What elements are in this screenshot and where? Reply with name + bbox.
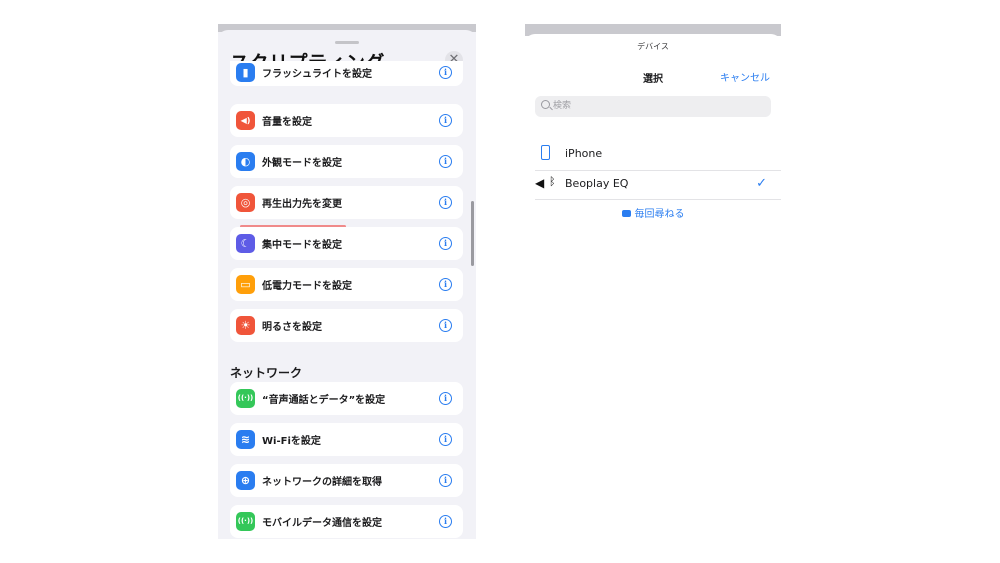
info-icon[interactable]: i <box>439 196 452 209</box>
action-label: 再生出力先を変更 <box>262 199 342 210</box>
action-label: “音声通話とデータ”を設定 <box>262 395 386 406</box>
divider <box>535 199 781 200</box>
appearance-icon: ◐ <box>236 152 255 171</box>
sun-icon: ☀ <box>236 316 255 335</box>
info-icon[interactable]: i <box>439 392 452 405</box>
scripting-panel: スクリプティング ✕ ▮ フラッシュライトを設定 i ◀) 音量を設定 i ◐ … <box>218 24 476 539</box>
info-icon[interactable]: i <box>439 155 452 168</box>
action-row-flashlight[interactable]: ▮ フラッシュライトを設定 i <box>230 61 463 86</box>
action-label: モバイルデータ通信を設定 <box>262 518 382 529</box>
cellular-antenna-icon: ((·)) <box>236 512 255 531</box>
iphone-icon <box>541 145 550 160</box>
device-picker-panel: デバイス 選択 キャンセル iPhone ◀ ᛒ Beoplay EQ ✓ 毎回… <box>525 24 781 244</box>
cancel-button[interactable]: キャンセル <box>720 69 770 84</box>
action-label: 外観モードを設定 <box>262 158 342 169</box>
sheet-grabber[interactable] <box>335 41 359 44</box>
action-row-cellular-voice-data[interactable]: ((·)) “音声通話とデータ”を設定 i <box>230 382 463 415</box>
search-bar[interactable] <box>535 96 771 117</box>
action-row-low-power[interactable]: ▭ 低電力モードを設定 i <box>230 268 463 301</box>
section-header-network: ネットワーク <box>230 366 303 380</box>
device-label: iPhone <box>565 147 603 160</box>
info-icon[interactable]: i <box>439 66 452 79</box>
cellular-antenna-icon: ((·)) <box>236 389 255 408</box>
globe-icon: ⊕ <box>236 471 255 490</box>
device-label: Beoplay EQ <box>565 177 629 190</box>
info-icon[interactable]: i <box>439 433 452 446</box>
picker-caption: デバイス <box>637 42 669 51</box>
wifi-icon: ≋ <box>236 430 255 449</box>
device-row-beoplay-eq[interactable]: ◀ ᛒ Beoplay EQ ✓ <box>535 170 781 199</box>
bluetooth-icon: ᛒ <box>549 175 556 188</box>
ask-every-time-button[interactable]: 毎回尋ねる <box>525 205 781 220</box>
action-label: 集中モードを設定 <box>262 240 342 251</box>
battery-icon: ▭ <box>236 275 255 294</box>
ask-every-time-label: 毎回尋ねる <box>634 209 685 220</box>
action-row-network-details[interactable]: ⊕ ネットワークの詳細を取得 i <box>230 464 463 497</box>
device-row-iphone[interactable]: iPhone <box>535 140 781 169</box>
action-label: ネットワークの詳細を取得 <box>262 477 382 488</box>
speaker-volume-icon: ◀) <box>236 111 255 130</box>
moon-icon: ☾ <box>236 234 255 253</box>
chat-bubble-icon <box>621 209 631 217</box>
action-row-appearance[interactable]: ◐ 外観モードを設定 i <box>230 145 463 178</box>
info-icon[interactable]: i <box>439 474 452 487</box>
search-input[interactable] <box>553 99 753 113</box>
action-label: 明るさを設定 <box>262 322 322 333</box>
info-icon[interactable]: i <box>439 515 452 528</box>
action-label: フラッシュライトを設定 <box>262 69 372 80</box>
airplay-audio-icon: ◎ <box>236 193 255 212</box>
action-row-mobile-data[interactable]: ((·)) モバイルデータ通信を設定 i <box>230 505 463 538</box>
action-row-brightness[interactable]: ☀ 明るさを設定 i <box>230 309 463 342</box>
info-icon[interactable]: i <box>439 319 452 332</box>
action-row-focus[interactable]: ☾ 集中モードを設定 i <box>230 227 463 260</box>
flashlight-icon: ▮ <box>236 63 255 82</box>
scrollbar[interactable] <box>471 201 474 266</box>
checkmark-icon: ✓ <box>756 176 767 191</box>
action-row-volume[interactable]: ◀) 音量を設定 i <box>230 104 463 137</box>
search-icon <box>541 100 550 109</box>
action-label: Wi-Fiを設定 <box>262 436 321 447</box>
action-label: 音量を設定 <box>262 117 312 128</box>
info-icon[interactable]: i <box>439 237 452 250</box>
info-icon[interactable]: i <box>439 114 452 127</box>
action-row-wifi[interactable]: ≋ Wi-Fiを設定 i <box>230 423 463 456</box>
scripting-sheet: スクリプティング ✕ ▮ フラッシュライトを設定 i ◀) 音量を設定 i ◐ … <box>218 30 476 539</box>
action-row-playback-destination[interactable]: ◎ 再生出力先を変更 i <box>230 186 463 219</box>
speaker-icon: ◀ <box>535 176 545 190</box>
info-icon[interactable]: i <box>439 278 452 291</box>
action-label: 低電力モードを設定 <box>262 281 352 292</box>
